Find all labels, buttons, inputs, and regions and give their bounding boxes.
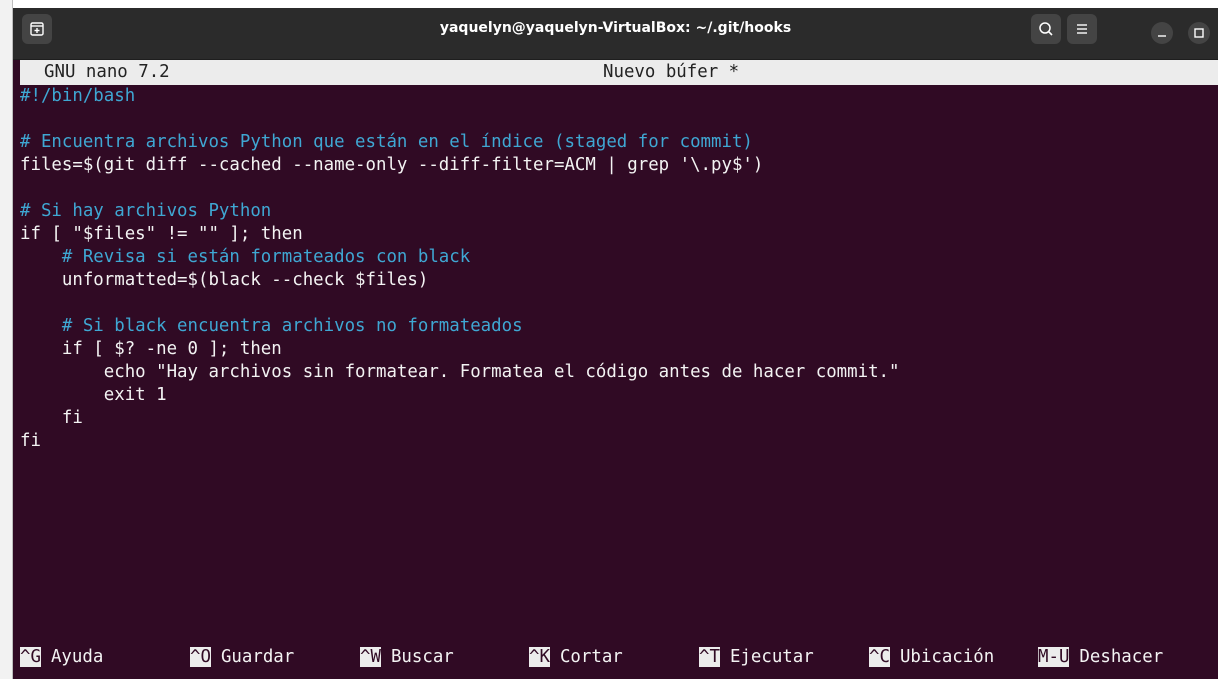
shortcut-bar: ^G Ayuda ^O Guardar ^W Buscar ^K Cortar ^T Ejecut… — [20, 646, 1218, 679]
shortcut-label: Ejecutar — [729, 647, 814, 667]
shortcut-deshacer[interactable]: M-U Deshacer — [1038, 646, 1163, 669]
shortcut-ejecutar[interactable]: ^T Ejecutar — [699, 646, 814, 669]
hamburger-menu-icon — [1077, 24, 1087, 34]
new-tab-icon — [30, 22, 44, 36]
code-line: exit 1 — [20, 385, 167, 405]
code-comment-line: # Encuentra archivos Python que están en… — [20, 132, 753, 152]
shortcut-cortar[interactable]: ^K Cortar — [529, 646, 623, 669]
code-comment-line: # Si hay archivos Python — [20, 201, 272, 221]
shortcut-label: Cortar — [559, 647, 623, 667]
code-line: #!/bin/bash — [20, 86, 136, 106]
maximize-button[interactable] — [1188, 22, 1210, 44]
shortcut-key: ^W — [360, 647, 381, 667]
code-line: if [ $? -ne 0 ]; then — [20, 339, 282, 359]
shortcut-label: Guardar — [220, 647, 295, 667]
shortcut-ubicaci-n[interactable]: ^C Ubicación — [869, 646, 994, 669]
code-comment-line: # Revisa si están formateados con black — [20, 247, 471, 267]
code-line: unformatted=$(black --check $files) — [20, 270, 429, 290]
terminal-window: yaquelyn@yaquelyn-VirtualBox: ~/.git/hoo… — [13, 8, 1218, 679]
code-line: files=$(git diff --cached --name-only --… — [20, 155, 764, 175]
shortcut-key: ^G — [20, 647, 41, 667]
minimize-button[interactable] — [1151, 22, 1173, 44]
shortcut-key: ^T — [699, 647, 720, 667]
shortcut-label: Buscar — [390, 647, 454, 667]
code-line: if [ "$files" != "" ]; then — [20, 224, 303, 244]
menu-button[interactable] — [1067, 14, 1097, 44]
code-line: echo "Hay archivos sin formatear. Format… — [20, 362, 900, 382]
shortcut-buscar[interactable]: ^W Buscar — [360, 646, 454, 669]
shortcut-key: M-U — [1038, 647, 1070, 667]
search-icon — [1039, 22, 1053, 36]
maximize-icon — [1194, 28, 1204, 38]
shortcut-key: ^K — [529, 647, 550, 667]
shortcut-label: Deshacer — [1079, 647, 1164, 667]
nano-title-bar: GNU nano 7.2 Nuevo búfer * — [20, 60, 1218, 85]
window-titlebar[interactable]: yaquelyn@yaquelyn-VirtualBox: ~/.git/hoo… — [13, 8, 1218, 60]
code-comment-line: # Si black encuentra archivos no formate… — [20, 316, 523, 336]
editor-area[interactable]: #!/bin/bash # Encuentra archivos Python q… — [20, 85, 1218, 453]
search-button[interactable] — [1031, 14, 1061, 44]
new-tab-button[interactable] — [22, 14, 52, 44]
code-line: fi — [20, 431, 41, 451]
shortcut-ayuda[interactable]: ^G Ayuda — [20, 646, 103, 669]
nano-version: GNU nano 7.2 — [44, 62, 170, 82]
desktop-background — [0, 0, 12, 679]
shortcut-key: ^O — [190, 647, 211, 667]
shortcut-guardar[interactable]: ^O Guardar — [190, 646, 294, 669]
shortcut-label: Ubicación — [899, 647, 995, 667]
shortcut-label: Ayuda — [50, 647, 104, 667]
shortcut-key: ^C — [869, 647, 890, 667]
minimize-icon — [1158, 35, 1166, 37]
buffer-name: Nuevo búfer * — [603, 62, 740, 82]
code-line: fi — [20, 408, 83, 428]
